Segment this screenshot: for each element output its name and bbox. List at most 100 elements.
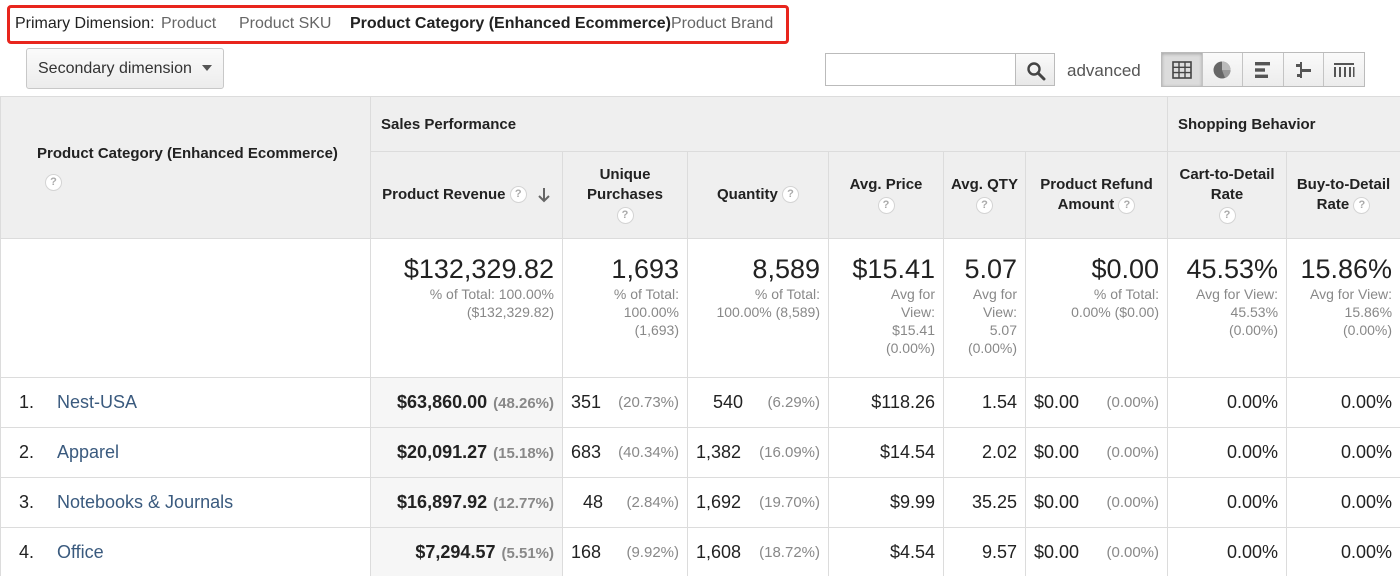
- help-icon[interactable]: ?: [1353, 196, 1371, 214]
- revenue-cell: $16,897.92 (12.77%): [370, 477, 563, 528]
- data-table-icon: [1171, 60, 1192, 79]
- total-avg-price-value: $15.41: [852, 254, 935, 284]
- term-cloud-view-button[interactable]: [1324, 53, 1364, 86]
- dimension-link[interactable]: Office: [57, 542, 104, 562]
- buy-to-detail-header-label: Buy-to-Detail Rate: [1296, 175, 1391, 213]
- primary-dimension-product-brand[interactable]: Product Brand: [671, 15, 773, 33]
- buy-to-detail-cell: 0.00%: [1286, 527, 1400, 576]
- quantity-cell: 1,382 (16.09%): [687, 427, 829, 478]
- table-row: 3. Notebooks & Journals $16,897.92 (12.77%…: [0, 477, 1400, 528]
- unique-purchases-cell: 683 (40.34%): [562, 427, 688, 478]
- avg-price-cell: $4.54: [828, 527, 944, 576]
- help-icon[interactable]: ?: [1218, 206, 1236, 224]
- total-cart-to-detail-cell: 45.53% Avg for View: 45.53% (0.00%): [1167, 238, 1288, 378]
- total-refund-cell: $0.00 % of Total: 0.00% ($0.00): [1024, 238, 1169, 378]
- primary-dimension-label: Primary Dimension:: [15, 15, 155, 32]
- product-revenue-header-label: Product Revenue: [382, 185, 506, 203]
- quantity-header-label: Quantity: [716, 185, 778, 203]
- unique-purchases-cell: 351 (20.73%): [562, 377, 688, 428]
- avg-qty-header[interactable]: Avg. QTY ?: [943, 151, 1026, 239]
- cart-to-detail-header[interactable]: Cart-to-Detail Rate ?: [1167, 151, 1288, 239]
- revenue-cell: $63,860.00 (48.26%): [370, 377, 563, 428]
- sort-descending-icon[interactable]: [537, 187, 551, 203]
- dimension-link[interactable]: Notebooks & Journals: [57, 492, 233, 512]
- refund-percent: (0.00%): [1106, 394, 1160, 411]
- view-toggle-group: [1161, 52, 1365, 87]
- performance-bars-icon: [1254, 61, 1270, 78]
- row-index: 2.: [19, 442, 35, 462]
- help-icon[interactable]: ?: [1118, 196, 1136, 214]
- total-cart-to-detail-sub: 45.53%: [1230, 303, 1279, 320]
- dimension-link[interactable]: Apparel: [57, 442, 119, 462]
- totals-label-cell: [0, 238, 371, 378]
- help-icon[interactable]: ?: [45, 173, 62, 191]
- total-unique-purchases-sub: 100.00%: [623, 303, 679, 320]
- total-quantity-cell: 8,589 % of Total: 100.00% (8,589): [687, 238, 829, 378]
- quantity-header[interactable]: Quantity ?: [687, 151, 829, 239]
- total-avg-qty-sub: 5.07: [989, 322, 1017, 339]
- help-icon[interactable]: ?: [976, 196, 993, 214]
- pie-chart-icon: [1213, 61, 1231, 78]
- comparison-view-button[interactable]: [1284, 53, 1325, 86]
- dimension-cell: 3. Notebooks & Journals: [0, 477, 371, 528]
- total-revenue-sub: % of Total: 100.00%: [429, 285, 554, 302]
- search-button[interactable]: [1015, 53, 1055, 86]
- refund-value: $0.00: [1034, 442, 1080, 462]
- unique-purchases-header[interactable]: Unique Purchases ?: [562, 151, 688, 239]
- unique-purchases-percent: (9.92%): [626, 544, 679, 561]
- refund-percent: (0.00%): [1106, 494, 1160, 511]
- unique-purchases-value: 351: [571, 392, 602, 412]
- performance-view-button[interactable]: [1243, 53, 1284, 86]
- pie-chart-view-button[interactable]: [1203, 53, 1244, 86]
- buy-to-detail-cell: 0.00%: [1286, 377, 1400, 428]
- primary-dimension-bar: Primary Dimension: Product Product SKU P…: [7, 5, 789, 44]
- primary-dimension-product-category[interactable]: Product Category (Enhanced Ecommerce): [350, 15, 671, 33]
- revenue-value: $20,091.27: [397, 442, 488, 462]
- total-refund-sub: % of Total:: [1093, 285, 1160, 302]
- quantity-percent: (18.72%): [759, 544, 820, 561]
- product-revenue-header[interactable]: Product Revenue ?: [370, 151, 563, 239]
- revenue-cell: $20,091.27 (15.18%): [370, 427, 563, 478]
- total-avg-price-sub: (0.00%): [885, 340, 935, 357]
- revenue-value: $63,860.00: [397, 392, 488, 412]
- buy-to-detail-header[interactable]: Buy-to-Detail Rate ?: [1286, 151, 1400, 239]
- help-icon[interactable]: ?: [782, 186, 799, 204]
- product-refund-amount-header[interactable]: Product Refund Amount ?: [1024, 151, 1169, 239]
- total-avg-price-sub: Avg for: [890, 285, 935, 302]
- unique-purchases-percent: (2.84%): [626, 494, 679, 511]
- primary-dimension-product[interactable]: Product: [161, 15, 216, 33]
- advanced-filter-link[interactable]: advanced: [1067, 61, 1141, 81]
- table-search-input[interactable]: [825, 53, 1015, 86]
- total-avg-qty-sub: Avg for: [972, 285, 1017, 302]
- refund-cell: $0.00 (0.00%): [1024, 477, 1169, 528]
- data-table-view-button[interactable]: [1162, 53, 1203, 86]
- total-cart-to-detail-value: 45.53%: [1186, 254, 1279, 284]
- help-icon[interactable]: ?: [616, 206, 634, 224]
- avg-price-header[interactable]: Avg. Price ?: [828, 151, 944, 239]
- total-cart-to-detail-sub: (0.00%): [1228, 322, 1279, 339]
- buy-to-detail-cell: 0.00%: [1286, 477, 1400, 528]
- row-index: 3.: [19, 492, 35, 512]
- total-buy-to-detail-sub: (0.00%): [1343, 322, 1393, 339]
- secondary-dimension-dropdown[interactable]: Secondary dimension: [26, 48, 224, 89]
- primary-dimension-product-sku[interactable]: Product SKU: [239, 15, 331, 33]
- quantity-cell: 540 (6.29%): [687, 377, 829, 428]
- help-icon[interactable]: ?: [509, 186, 527, 204]
- help-icon[interactable]: ?: [877, 196, 895, 214]
- dimension-column-header[interactable]: Product Category (Enhanced Ecommerce) ?: [0, 96, 371, 239]
- chevron-down-icon: [202, 65, 212, 71]
- avg-qty-cell: 35.25: [943, 477, 1026, 528]
- total-quantity-sub: 100.00% (8,589): [716, 303, 820, 320]
- refund-cell: $0.00 (0.00%): [1024, 377, 1169, 428]
- dimension-link[interactable]: Nest-USA: [57, 392, 137, 412]
- unique-purchases-value: 48: [583, 492, 604, 512]
- total-buy-to-detail-sub: 15.86%: [1344, 303, 1393, 320]
- refund-cell: $0.00 (0.00%): [1024, 427, 1169, 478]
- total-revenue-sub: ($132,329.82): [466, 303, 554, 320]
- table-row: 2. Apparel $20,091.27 (15.18%) 683 (40.34%)…: [0, 427, 1400, 478]
- avg-qty-cell: 9.57: [943, 527, 1026, 576]
- table-row: 1. Nest-USA $63,860.00 (48.26%) 351 (20.73%…: [0, 377, 1400, 428]
- total-avg-qty-cell: 5.07 Avg for View: 5.07 (0.00%): [943, 238, 1026, 378]
- cart-to-detail-cell: 0.00%: [1167, 477, 1288, 528]
- avg-price-cell: $9.99: [828, 477, 944, 528]
